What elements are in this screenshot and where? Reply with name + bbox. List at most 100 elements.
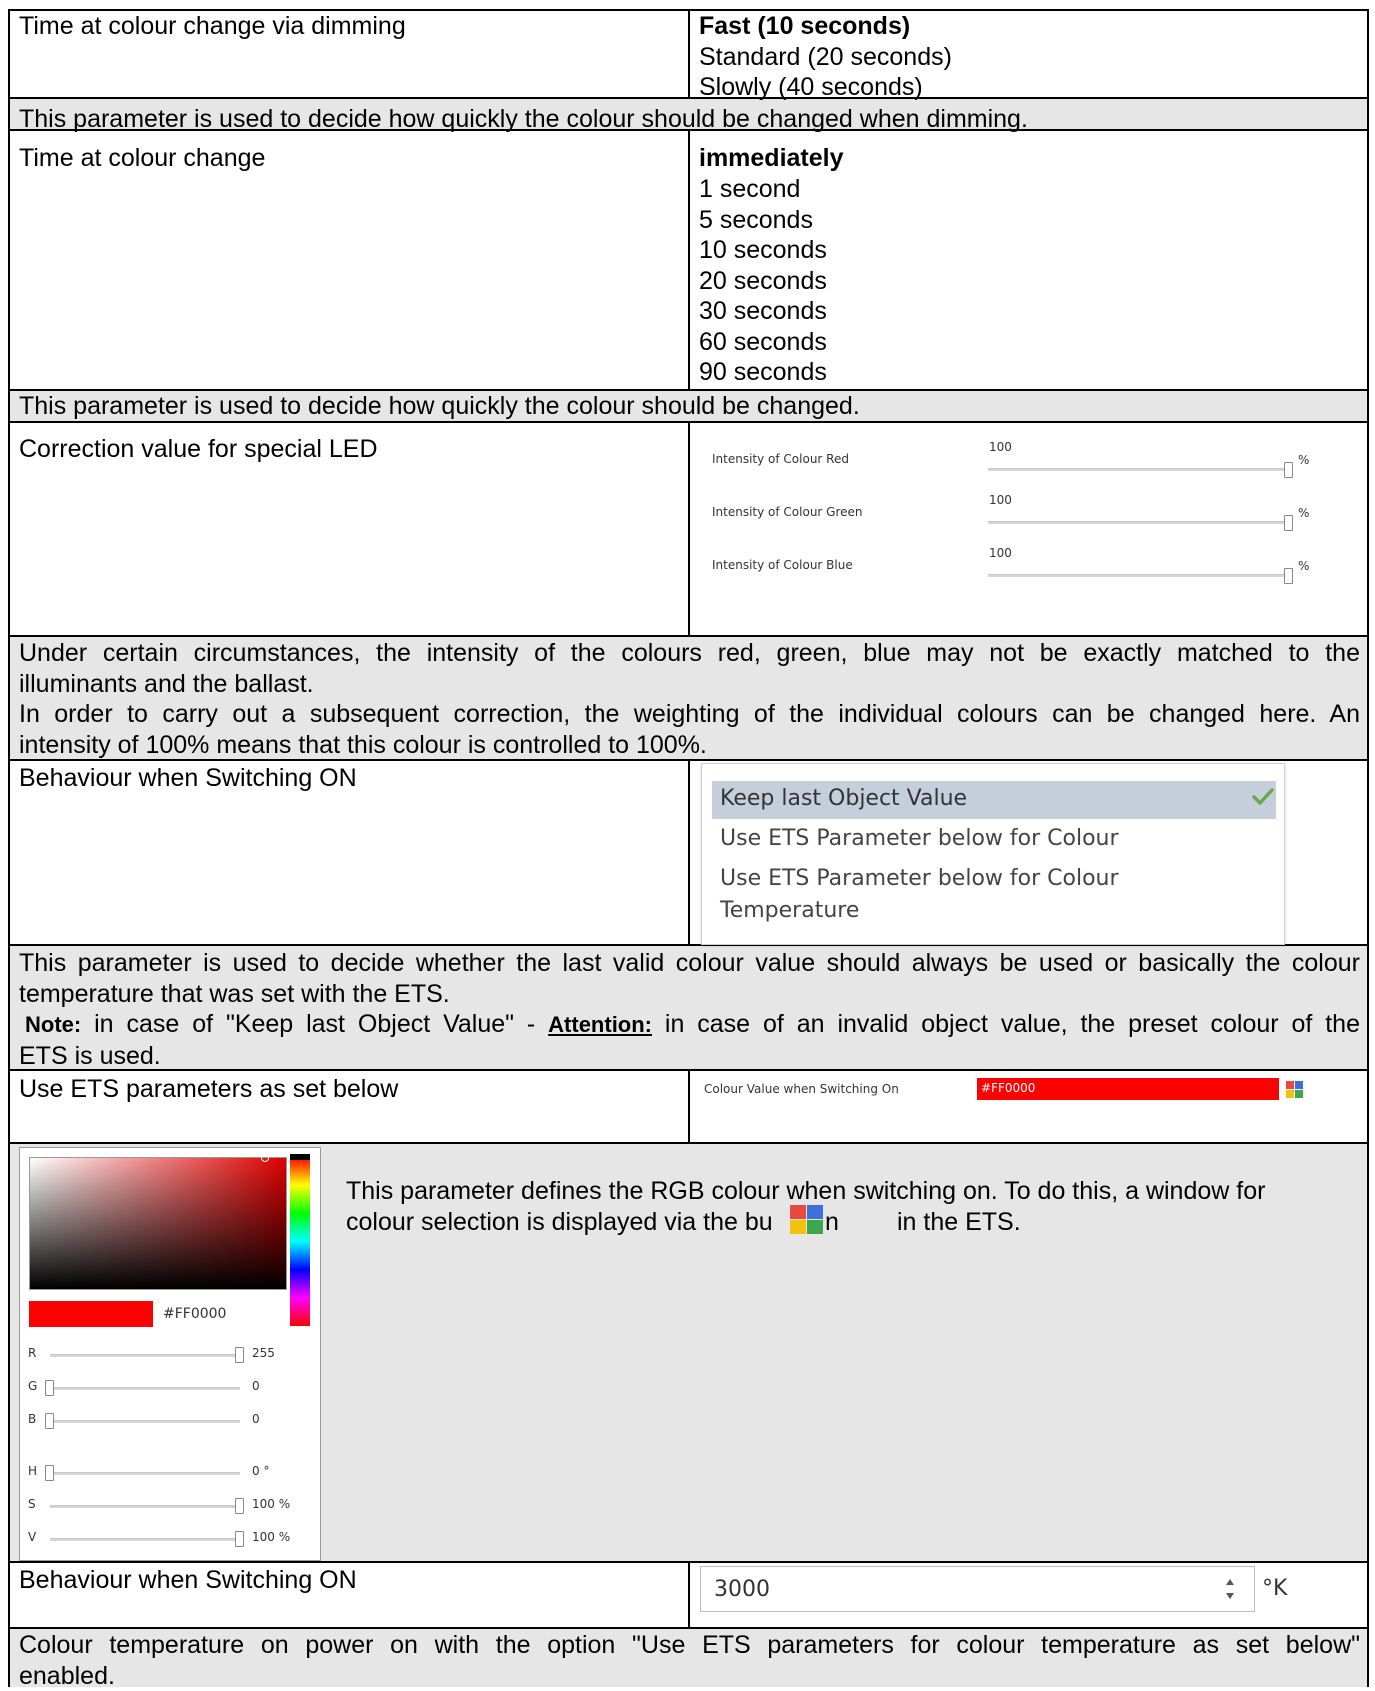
colour-temperature-value: 3000 — [714, 1577, 770, 1602]
row4-desc-line-2: temperature that was set with the ETS. — [19, 979, 1360, 1010]
row2-option-2: 1 second — [699, 174, 800, 205]
slider-blue-unit: % — [1298, 559, 1309, 573]
slider-red-track[interactable] — [988, 468, 1284, 471]
row3-desc-line-4: intensity of 100% means that this colour… — [19, 730, 1360, 761]
channel-g-track[interactable] — [50, 1387, 240, 1390]
colour-temperature-input[interactable]: 3000 — [700, 1566, 1255, 1612]
row4-label: Behaviour when Switching ON — [19, 763, 357, 794]
slider-red-unit: % — [1298, 453, 1309, 467]
hue-marker[interactable] — [290, 1154, 310, 1160]
picker-text-line-1: This parameter defines the RGB colour wh… — [346, 1176, 1265, 1207]
row7-desc-line-1: Colour temperature on power on with the … — [19, 1630, 1360, 1661]
channel-s-thumb[interactable] — [235, 1498, 244, 1514]
row1-option-3: Slowly (40 seconds) — [699, 72, 923, 103]
slider-blue-track[interactable] — [988, 574, 1284, 577]
slider-red-label: Intensity of Colour Red — [712, 452, 849, 466]
slider-blue-value: 100 — [989, 546, 1012, 560]
row2-option-1: immediately — [699, 143, 844, 174]
hue-strip[interactable] — [290, 1157, 310, 1326]
picker-text-2a: colour selection is displayed via the bu — [346, 1208, 773, 1236]
channel-v-thumb[interactable] — [235, 1531, 244, 1547]
row7-label: Behaviour when Switching ON — [19, 1565, 357, 1596]
row3-desc-line-1: Under certain circumstances, the intensi… — [19, 638, 1360, 669]
row2-option-5: 20 seconds — [699, 266, 827, 297]
dropdown-item-colour-temp-cont: Temperature — [720, 898, 859, 923]
row7-desc-line-2: enabled. — [19, 1661, 1360, 1691]
dropdown-item-colour[interactable]: Use ETS Parameter below for Colour — [720, 826, 1119, 851]
slider-blue-thumb[interactable] — [1284, 568, 1293, 584]
picker-text-2b: n — [825, 1207, 839, 1238]
row2-description: This parameter is used to decide how qui… — [19, 391, 860, 422]
row7-description: Colour temperature on power on with the … — [19, 1630, 1360, 1691]
row2-option-3: 5 seconds — [699, 205, 813, 236]
row2-option-7: 60 seconds — [699, 327, 827, 358]
row2-label: Time at colour change — [19, 143, 265, 174]
attention-text: in case of an invalid object value, the … — [652, 1010, 1360, 1038]
row2-option-4: 10 seconds — [699, 235, 827, 266]
channel-s-track[interactable] — [50, 1505, 240, 1508]
channel-s-label: S — [28, 1497, 36, 1511]
channel-r-label: R — [28, 1346, 36, 1360]
channel-r-thumb[interactable] — [235, 1347, 244, 1363]
channel-b-track[interactable] — [50, 1420, 240, 1423]
channel-h-track[interactable] — [50, 1472, 240, 1475]
colour-picker-button-icon[interactable] — [1286, 1081, 1303, 1098]
row3-description: Under certain circumstances, the intensi… — [19, 638, 1360, 760]
channel-r-value: 255 — [252, 1346, 275, 1360]
attention-label: Attention: — [548, 1012, 652, 1037]
channel-v-track[interactable] — [50, 1538, 240, 1541]
colour-grid-icon — [790, 1205, 824, 1235]
row2-option-6: 30 seconds — [699, 296, 827, 327]
row5-label: Use ETS parameters as set below — [19, 1074, 398, 1105]
dropdown-item-colour-temp[interactable]: Use ETS Parameter below for Colour — [720, 866, 1119, 891]
colour-temperature-unit: °K — [1262, 1576, 1287, 1601]
check-icon — [1251, 784, 1275, 812]
channel-b-label: B — [28, 1412, 36, 1426]
note-label: Note: — [25, 1012, 81, 1037]
channel-h-label: H — [28, 1464, 37, 1478]
row1-option-1: Fast (10 seconds) — [699, 11, 910, 42]
channel-v-label: V — [28, 1530, 36, 1544]
sv-cursor[interactable] — [261, 1154, 269, 1162]
channel-b-thumb[interactable] — [45, 1413, 54, 1429]
row4-description: This parameter is used to decide whether… — [19, 948, 1360, 1071]
picker-text-2c: in the ETS. — [897, 1207, 1021, 1238]
picker-hex-value[interactable]: #FF0000 — [163, 1306, 226, 1322]
slider-green-thumb[interactable] — [1284, 515, 1293, 531]
switch-on-dropdown[interactable]: Keep last Object Value Use ETS Parameter… — [701, 763, 1285, 945]
channel-v-value: 100 % — [252, 1530, 290, 1544]
colour-value-field[interactable]: #FF0000 — [977, 1078, 1279, 1100]
slider-green-label: Intensity of Colour Green — [712, 505, 863, 519]
slider-blue-label: Intensity of Colour Blue — [712, 558, 853, 572]
picker-text-line-2: colour selection is displayed via the bu — [346, 1207, 773, 1238]
saturation-value-area[interactable] — [29, 1157, 287, 1290]
channel-b-value: 0 — [252, 1412, 260, 1426]
row4-desc-line-1: This parameter is used to decide whether… — [19, 948, 1360, 979]
channel-h-thumb[interactable] — [45, 1465, 54, 1481]
channel-g-value: 0 — [252, 1379, 260, 1393]
slider-green-value: 100 — [989, 493, 1012, 507]
slider-red-thumb[interactable] — [1284, 462, 1293, 478]
channel-r-track[interactable] — [50, 1354, 240, 1357]
row1-description: This parameter is used to decide how qui… — [19, 104, 1028, 135]
picker-colour-preview — [29, 1301, 153, 1327]
channel-g-label: G — [28, 1379, 37, 1393]
stepper-arrows-icon[interactable] — [1223, 1575, 1237, 1603]
row3-desc-line-2: illuminants and the ballast. — [19, 669, 1360, 700]
slider-green-unit: % — [1298, 506, 1309, 520]
channel-h-value: 0 ° — [252, 1464, 269, 1478]
note-text: in case of "Keep last Object Value" - — [81, 1010, 548, 1038]
slider-green-track[interactable] — [988, 521, 1284, 524]
colour-picker-window: #FF0000 R 255 G 0 B 0 H 0 ° S 100 % V 10… — [19, 1147, 321, 1561]
row1-label: Time at colour change via dimming — [19, 11, 406, 42]
row4-note-line: Note: in case of "Keep last Object Value… — [19, 1009, 1360, 1041]
colour-value-text: #FF0000 — [981, 1081, 1035, 1095]
row1-option-2: Standard (20 seconds) — [699, 42, 952, 73]
channel-s-value: 100 % — [252, 1497, 290, 1511]
row4-desc-line-4: ETS is used. — [19, 1041, 1360, 1072]
dropdown-item-keep-last[interactable]: Keep last Object Value — [720, 786, 967, 811]
colour-value-label: Colour Value when Switching On — [704, 1082, 899, 1096]
slider-red-value: 100 — [989, 440, 1012, 454]
row3-label: Correction value for special LED — [19, 434, 378, 465]
channel-g-thumb[interactable] — [45, 1380, 54, 1396]
